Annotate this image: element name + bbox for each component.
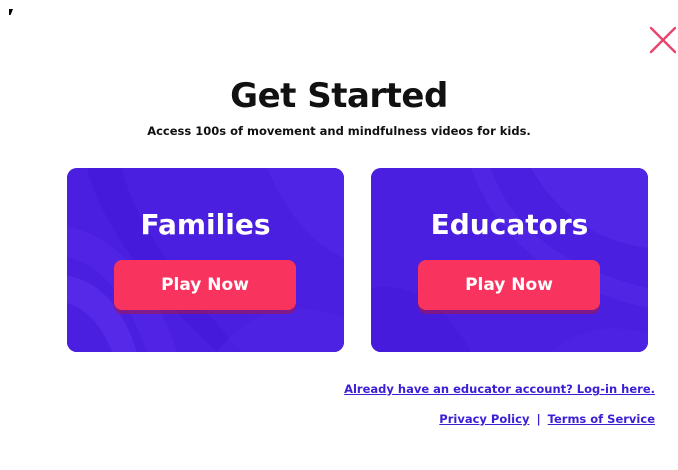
page-title: Get Started xyxy=(230,76,448,116)
get-started-modal: Get Started Access 100s of movement and … xyxy=(0,0,678,470)
legal-separator: | xyxy=(536,412,541,426)
educators-card: Educators Play Now xyxy=(371,168,648,352)
families-card: Families Play Now xyxy=(67,168,344,352)
page-subtitle: Access 100s of movement and mindfulness … xyxy=(147,124,531,138)
privacy-policy-link[interactable]: Privacy Policy xyxy=(439,412,529,426)
families-title: Families xyxy=(140,208,271,241)
families-play-now-button[interactable]: Play Now xyxy=(114,260,296,310)
legal-links: Privacy Policy | Terms of Service xyxy=(439,412,655,426)
close-icon xyxy=(649,26,677,54)
terms-of-service-link[interactable]: Terms of Service xyxy=(548,412,655,426)
educator-login-link[interactable]: Already have an educator account? Log-in… xyxy=(344,382,655,396)
close-button[interactable] xyxy=(648,25,678,55)
educators-play-now-button[interactable]: Play Now xyxy=(418,260,600,310)
corner-mark xyxy=(9,9,13,15)
educators-title: Educators xyxy=(430,208,589,241)
